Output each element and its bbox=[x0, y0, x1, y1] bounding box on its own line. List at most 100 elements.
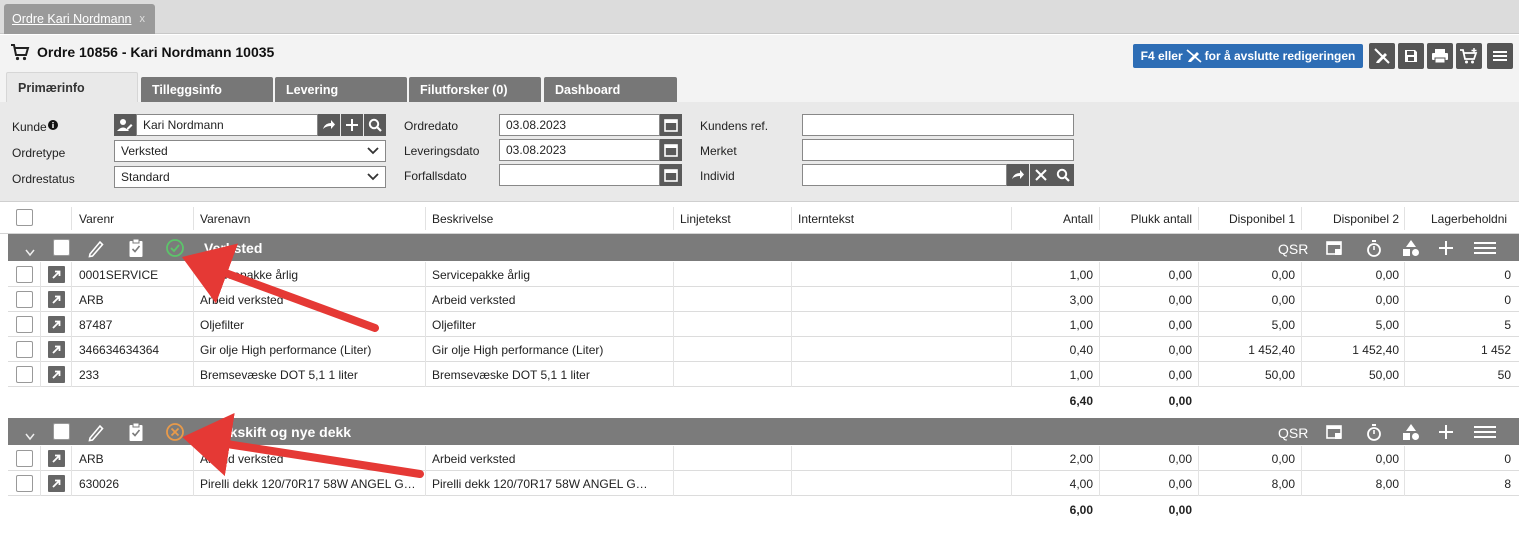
stopwatch-icon[interactable] bbox=[1366, 238, 1382, 258]
open-line-button[interactable] bbox=[48, 341, 65, 358]
forfallsdato-input[interactable] bbox=[499, 164, 660, 186]
kunde-label: Kunde bbox=[12, 120, 58, 134]
leveringsdato-calendar-button[interactable] bbox=[660, 139, 682, 161]
chevron-down-icon[interactable] bbox=[25, 243, 35, 263]
row-checkbox[interactable] bbox=[16, 291, 33, 308]
ordredato-calendar-button[interactable] bbox=[660, 114, 682, 136]
tab-primaerinfo[interactable]: Primærinfo bbox=[6, 72, 138, 103]
cell-disponibel-1: 0,00 bbox=[1271, 452, 1295, 466]
column-header-interntekst[interactable]: Interntekst bbox=[798, 212, 854, 226]
print-button[interactable] bbox=[1427, 43, 1453, 69]
table-row[interactable]: 0001SERVICE Servicepakke årlig Servicepa… bbox=[8, 262, 1519, 287]
column-header-linjetekst[interactable]: Linjetekst bbox=[680, 212, 731, 226]
group-checkbox[interactable] bbox=[53, 423, 70, 440]
cancel-edit-button[interactable] bbox=[1369, 43, 1395, 69]
open-line-button[interactable] bbox=[48, 316, 65, 333]
column-header-antall[interactable]: Antall bbox=[1015, 212, 1093, 226]
hamburger-icon[interactable] bbox=[1474, 422, 1496, 442]
ordredato-input[interactable]: 03.08.2023 bbox=[499, 114, 660, 136]
finish-editing-button[interactable]: F4 eller for å avslutte redigeringen bbox=[1133, 44, 1363, 68]
kunde-goto-button[interactable] bbox=[318, 114, 340, 136]
forfallsdato-calendar-button[interactable] bbox=[660, 164, 682, 186]
open-line-button[interactable] bbox=[48, 291, 65, 308]
chevron-down-icon[interactable] bbox=[25, 427, 35, 447]
stopwatch-icon[interactable] bbox=[1366, 422, 1382, 442]
group-title: Verksted bbox=[204, 240, 263, 256]
shapes-icon[interactable] bbox=[1402, 422, 1420, 442]
table-row[interactable]: 346634634364 Gir olje High performance (… bbox=[8, 337, 1519, 362]
row-checkbox[interactable] bbox=[16, 450, 33, 467]
open-line-button[interactable] bbox=[48, 266, 65, 283]
search-icon bbox=[368, 118, 382, 132]
kunde-add-button[interactable] bbox=[341, 114, 363, 136]
tab-filutforsker[interactable]: Filutforsker (0) bbox=[409, 77, 541, 102]
row-checkbox[interactable] bbox=[16, 341, 33, 358]
individ-clear-button[interactable] bbox=[1030, 164, 1052, 186]
group-checkbox[interactable] bbox=[53, 239, 70, 256]
column-header-lagerbeholdning[interactable]: Lagerbeholdni bbox=[1431, 212, 1507, 226]
open-line-button[interactable] bbox=[48, 475, 65, 492]
group-sum-row: 6,40 0,00 bbox=[8, 387, 1519, 413]
cell-plukk-antall: 0,00 bbox=[1168, 293, 1192, 307]
pencil-icon[interactable] bbox=[87, 422, 105, 442]
document-tab-order[interactable]: Ordre Kari Nordmann x bbox=[4, 4, 155, 34]
individ-input[interactable] bbox=[802, 164, 1007, 186]
cell-varenavn: Pirelli dekk 120/70R17 58W ANGEL GT II bbox=[200, 477, 420, 491]
column-header-beskrivelse[interactable]: Beskrivelse bbox=[432, 212, 493, 226]
column-header-disponibel-1[interactable]: Disponibel 1 bbox=[1202, 212, 1295, 226]
clipboard-check-icon[interactable] bbox=[128, 238, 144, 258]
plus-icon[interactable] bbox=[1439, 422, 1453, 442]
row-checkbox[interactable] bbox=[16, 366, 33, 383]
cancel-circle-icon[interactable] bbox=[165, 422, 185, 442]
leveringsdato-input[interactable]: 03.08.2023 bbox=[499, 139, 660, 161]
column-header-varenr[interactable]: Varenr bbox=[79, 212, 114, 226]
menu-button[interactable] bbox=[1487, 43, 1513, 69]
individ-goto-button[interactable] bbox=[1007, 164, 1029, 186]
column-header-plukk-antall[interactable]: Plukk antall bbox=[1103, 212, 1192, 226]
table-row[interactable]: ARB Arbeid verksted Arbeid verksted 2,00… bbox=[8, 446, 1519, 471]
row-checkbox[interactable] bbox=[16, 316, 33, 333]
qsr-button[interactable]: QSR bbox=[1278, 423, 1308, 443]
customer-card-button[interactable] bbox=[114, 114, 136, 136]
arrow-right-icon bbox=[1012, 170, 1024, 179]
save-button[interactable] bbox=[1398, 43, 1424, 69]
check-circle-icon[interactable] bbox=[165, 238, 185, 258]
kunde-search-button[interactable] bbox=[364, 114, 386, 136]
ordretype-select[interactable]: Verksted bbox=[114, 140, 386, 162]
calendar-icon[interactable] bbox=[1326, 422, 1344, 442]
row-checkbox[interactable] bbox=[16, 475, 33, 492]
table-row[interactable]: 630026 Pirelli dekk 120/70R17 58W ANGEL … bbox=[8, 471, 1519, 496]
individ-search-button[interactable] bbox=[1052, 164, 1074, 186]
table-row[interactable]: 87487 Oljefilter Oljefilter 1,00 0,00 5,… bbox=[8, 312, 1519, 337]
ordrestatus-select[interactable]: Standard bbox=[114, 166, 386, 188]
shapes-icon[interactable] bbox=[1402, 238, 1420, 258]
tab-tilleggsinfo[interactable]: Tilleggsinfo bbox=[141, 77, 273, 102]
tab-levering[interactable]: Levering bbox=[275, 77, 407, 102]
pencil-icon[interactable] bbox=[87, 238, 105, 258]
open-line-button[interactable] bbox=[48, 450, 65, 467]
kunde-input[interactable]: Kari Nordmann bbox=[136, 114, 318, 136]
cart-add-button[interactable] bbox=[1456, 43, 1482, 69]
cell-antall: 1,00 bbox=[1069, 268, 1093, 282]
column-header-disponibel-2[interactable]: Disponibel 2 bbox=[1305, 212, 1399, 226]
hamburger-icon[interactable] bbox=[1474, 238, 1496, 258]
select-all-checkbox[interactable] bbox=[16, 209, 33, 226]
tab-dashboard[interactable]: Dashboard bbox=[544, 77, 677, 102]
column-header-varenavn[interactable]: Varenavn bbox=[200, 212, 250, 226]
close-icon[interactable]: x bbox=[140, 13, 146, 25]
row-checkbox[interactable] bbox=[16, 266, 33, 283]
info-icon[interactable] bbox=[47, 120, 58, 130]
kundens-ref-input[interactable] bbox=[802, 114, 1074, 136]
cell-disponibel-2: 50,00 bbox=[1368, 368, 1399, 382]
edit-off-icon bbox=[1186, 49, 1202, 63]
qsr-button[interactable]: QSR bbox=[1278, 239, 1308, 259]
plus-icon[interactable] bbox=[1439, 238, 1453, 258]
open-line-button[interactable] bbox=[48, 366, 65, 383]
table-row[interactable]: 233 Bremsevæske DOT 5,1 1 liter Bremsevæ… bbox=[8, 362, 1519, 387]
table-row[interactable]: ARB Arbeid verksted Arbeid verksted 3,00… bbox=[8, 287, 1519, 312]
merket-input[interactable] bbox=[802, 139, 1074, 161]
arrow-right-icon bbox=[323, 120, 335, 129]
clipboard-check-icon[interactable] bbox=[128, 422, 144, 442]
calendar-icon[interactable] bbox=[1326, 238, 1344, 258]
order-header: Ordre 10856 - Kari Nordmann 10035 F4 ell… bbox=[0, 35, 1519, 71]
